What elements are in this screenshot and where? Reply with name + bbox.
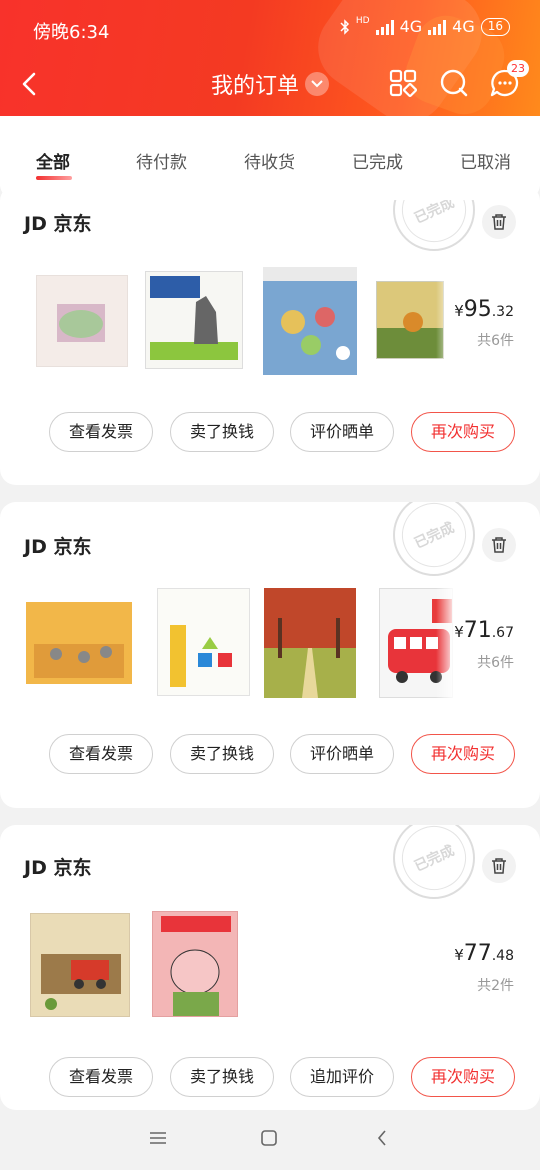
status-bar: 傍晚6:34 HD 4G 4G 16 xyxy=(0,0,540,58)
trash-icon xyxy=(492,214,506,230)
menu-icon[interactable] xyxy=(148,1130,168,1146)
trash-icon xyxy=(492,858,506,874)
search-button[interactable] xyxy=(437,66,471,100)
dropdown-caret-icon xyxy=(305,72,329,96)
product-thumbnail[interactable] xyxy=(36,275,128,367)
message-badge: 23 xyxy=(507,60,529,77)
delete-order-button[interactable] xyxy=(482,528,516,562)
product-thumbnail[interactable] xyxy=(26,602,132,684)
shop-name: JD 京东 xyxy=(24,857,92,879)
completed-stamp: 已完成 xyxy=(391,502,477,578)
item-count: 共2件 xyxy=(477,978,514,994)
sell-button[interactable]: 卖了换钱 xyxy=(170,734,274,774)
product-thumbnail[interactable] xyxy=(157,588,250,696)
tab-pending-receipt[interactable]: 待收货 xyxy=(244,148,295,173)
back-nav-icon[interactable] xyxy=(375,1129,389,1147)
delete-order-button[interactable] xyxy=(482,849,516,883)
status-icons: HD 4G 4G 16 xyxy=(340,15,510,36)
sell-button[interactable]: 卖了换钱 xyxy=(170,1057,274,1097)
add-review-button[interactable]: 追加评价 xyxy=(290,1057,394,1097)
order-price: ¥71.67 xyxy=(454,618,514,643)
review-button[interactable]: 评价晒单 xyxy=(290,734,394,774)
product-thumbnail[interactable] xyxy=(376,281,444,359)
tab-all[interactable]: 全部 xyxy=(36,148,70,173)
view-invoice-button[interactable]: 查看发票 xyxy=(49,412,153,452)
product-thumbnail[interactable] xyxy=(264,588,356,698)
buy-again-button[interactable]: 再次购买 xyxy=(411,412,515,452)
order-card[interactable]: 已完成 JD 京东 ¥77.48 共2件 查看发票 卖了换钱 追加评价 再次购买 xyxy=(0,825,540,1110)
view-invoice-button[interactable]: 查看发票 xyxy=(49,734,153,774)
sell-button[interactable]: 卖了换钱 xyxy=(170,412,274,452)
tab-pending-payment[interactable]: 待付款 xyxy=(136,148,187,173)
nav-bar: 我的订单 23 xyxy=(0,58,540,110)
status-time: 傍晚6:34 xyxy=(33,22,110,43)
order-price: ¥77.48 xyxy=(454,941,514,966)
network-label: 4G xyxy=(399,17,423,36)
search-icon xyxy=(440,69,468,97)
completed-stamp: 已完成 xyxy=(391,825,477,901)
apps-button[interactable] xyxy=(386,66,420,100)
shop-name: JD 京东 xyxy=(24,213,92,235)
buy-again-button[interactable]: 再次购买 xyxy=(411,1057,515,1097)
home-icon[interactable] xyxy=(260,1129,278,1147)
shop-name: JD 京东 xyxy=(24,536,92,558)
tab-completed[interactable]: 已完成 xyxy=(352,148,403,173)
apps-icon xyxy=(389,69,418,98)
product-thumbnail[interactable] xyxy=(30,913,130,1017)
bluetooth-icon xyxy=(340,18,349,35)
order-price: ¥95.32 xyxy=(454,297,514,322)
page-title: 我的订单 xyxy=(210,74,299,99)
signal-icon xyxy=(428,19,447,35)
view-invoice-button[interactable]: 查看发票 xyxy=(49,1057,153,1097)
order-card[interactable]: 已完成 JD 京东 ¥71.67 共6件 查看发票 卖了换钱 评价晒单 再次购买 xyxy=(0,502,540,808)
system-nav-bar xyxy=(0,1110,540,1170)
active-tab-indicator xyxy=(36,176,72,180)
product-thumbnail[interactable] xyxy=(145,271,243,369)
tab-cancelled[interactable]: 已取消 xyxy=(460,148,511,173)
buy-again-button[interactable]: 再次购买 xyxy=(411,734,515,774)
network-label: 4G xyxy=(452,17,475,36)
battery-icon: 16 xyxy=(480,17,510,36)
order-tabs-overlay: 全部 待付款 待收货 已完成 已取消 xyxy=(0,116,540,200)
hd-label: HD xyxy=(355,15,370,26)
product-thumbnail[interactable] xyxy=(152,911,238,1017)
product-thumbnail[interactable] xyxy=(263,267,357,375)
item-count: 共6件 xyxy=(477,655,514,671)
delete-order-button[interactable] xyxy=(482,205,516,239)
review-button[interactable]: 评价晒单 xyxy=(290,412,394,452)
trash-icon xyxy=(492,537,506,553)
order-card[interactable]: 已完成 JD 京东 ¥95.32 共6件 查看发票 卖了换钱 评价晒单 再次购买 xyxy=(0,185,540,485)
item-count: 共6件 xyxy=(477,333,514,349)
signal-icon xyxy=(375,19,394,35)
